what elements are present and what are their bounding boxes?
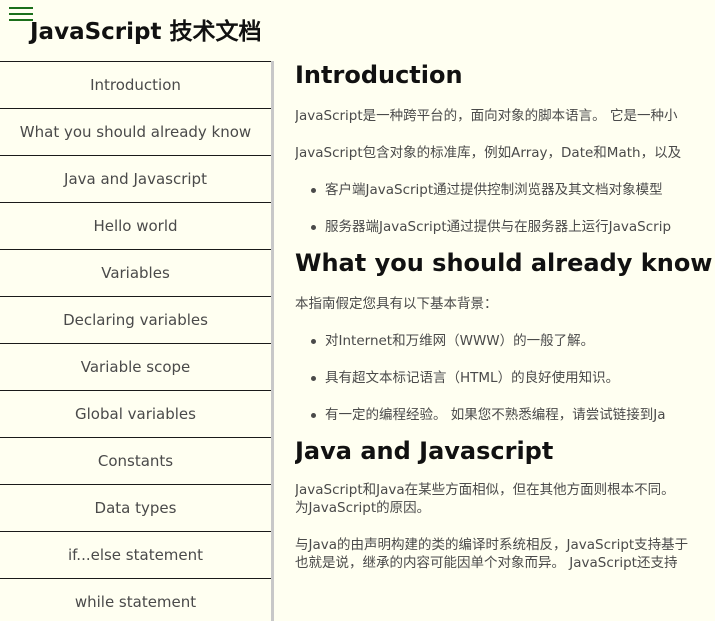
sidebar-item-java-and-javascript[interactable]: Java and Javascript bbox=[0, 155, 271, 202]
section-paragraph: 与Java的由声明构建的类的编译时系统相反，JavaScript支持基于 bbox=[295, 537, 689, 553]
sidebar-item-constants[interactable]: Constants bbox=[0, 437, 271, 484]
list-item: 服务器端JavaScript通过提供与在服务器上运行JavaScrip bbox=[311, 218, 715, 236]
section-paragraph: 为JavaScript的原因。 bbox=[295, 500, 431, 516]
bullet-list: 对Internet和万维网（WWW）的一般了解。 具有超文本标记语言（HTML）… bbox=[295, 332, 715, 424]
page-title: JavaScript 技术文档 bbox=[30, 19, 262, 45]
section-what-you-should-already-know: What you should already know 本指南假定您具有以下基… bbox=[295, 248, 715, 424]
section-title: Java and Javascript bbox=[295, 437, 554, 465]
sidebar-item-variables[interactable]: Variables bbox=[0, 249, 271, 296]
sidebar-item-variable-scope[interactable]: Variable scope bbox=[0, 343, 271, 390]
sidebar-item-declaring-variables[interactable]: Declaring variables bbox=[0, 296, 271, 343]
section-paragraph: JavaScript包含对象的标准库，例如Array，Date和Math，以及 bbox=[295, 145, 682, 161]
sidebar-item-if-else-statement[interactable]: if...else statement bbox=[0, 531, 271, 578]
menu-bar bbox=[9, 7, 33, 9]
section-paragraph: 也就是说，继承的内容可能因单个对象而异。 JavaScript还支持 bbox=[295, 555, 678, 571]
sidebar-item-introduction[interactable]: Introduction bbox=[0, 61, 271, 108]
section-java-and-javascript: Java and Javascript JavaScript和Java在某些方面… bbox=[295, 436, 715, 572]
sidebar-item-what-you-should-already-know[interactable]: What you should already know bbox=[0, 108, 271, 155]
list-item: 有一定的编程经验。 如果您不熟悉编程，请尝试链接到Ja bbox=[311, 406, 715, 424]
section-introduction: Introduction JavaScript是一种跨平台的，面向对象的脚本语言… bbox=[295, 60, 715, 236]
sidebar-item-while-statement[interactable]: while statement bbox=[0, 578, 271, 621]
sidebar-nav: Introduction What you should already kno… bbox=[0, 61, 274, 621]
bullet-list: 客户端JavaScript通过提供控制浏览器及其文档对象模型 服务器端JavaS… bbox=[295, 181, 715, 236]
sidebar-item-hello-world[interactable]: Hello world bbox=[0, 202, 271, 249]
list-item: 对Internet和万维网（WWW）的一般了解。 bbox=[311, 332, 715, 350]
sidebar-item-global-variables[interactable]: Global variables bbox=[0, 390, 271, 437]
section-paragraph: JavaScript是一种跨平台的，面向对象的脚本语言。 它是一种小 bbox=[295, 108, 678, 124]
list-item: 客户端JavaScript通过提供控制浏览器及其文档对象模型 bbox=[311, 181, 715, 199]
main-content: Introduction JavaScript是一种跨平台的，面向对象的脚本语言… bbox=[295, 60, 715, 614]
list-item: 具有超文本标记语言（HTML）的良好使用知识。 bbox=[311, 369, 715, 387]
section-paragraph: JavaScript和Java在某些方面相似，但在其他方面则根本不同。 bbox=[295, 482, 675, 498]
section-paragraph: 本指南假定您具有以下基本背景： bbox=[295, 296, 498, 312]
sidebar-item-data-types[interactable]: Data types bbox=[0, 484, 271, 531]
section-title: What you should already know bbox=[295, 249, 713, 277]
section-title: Introduction bbox=[295, 61, 463, 89]
